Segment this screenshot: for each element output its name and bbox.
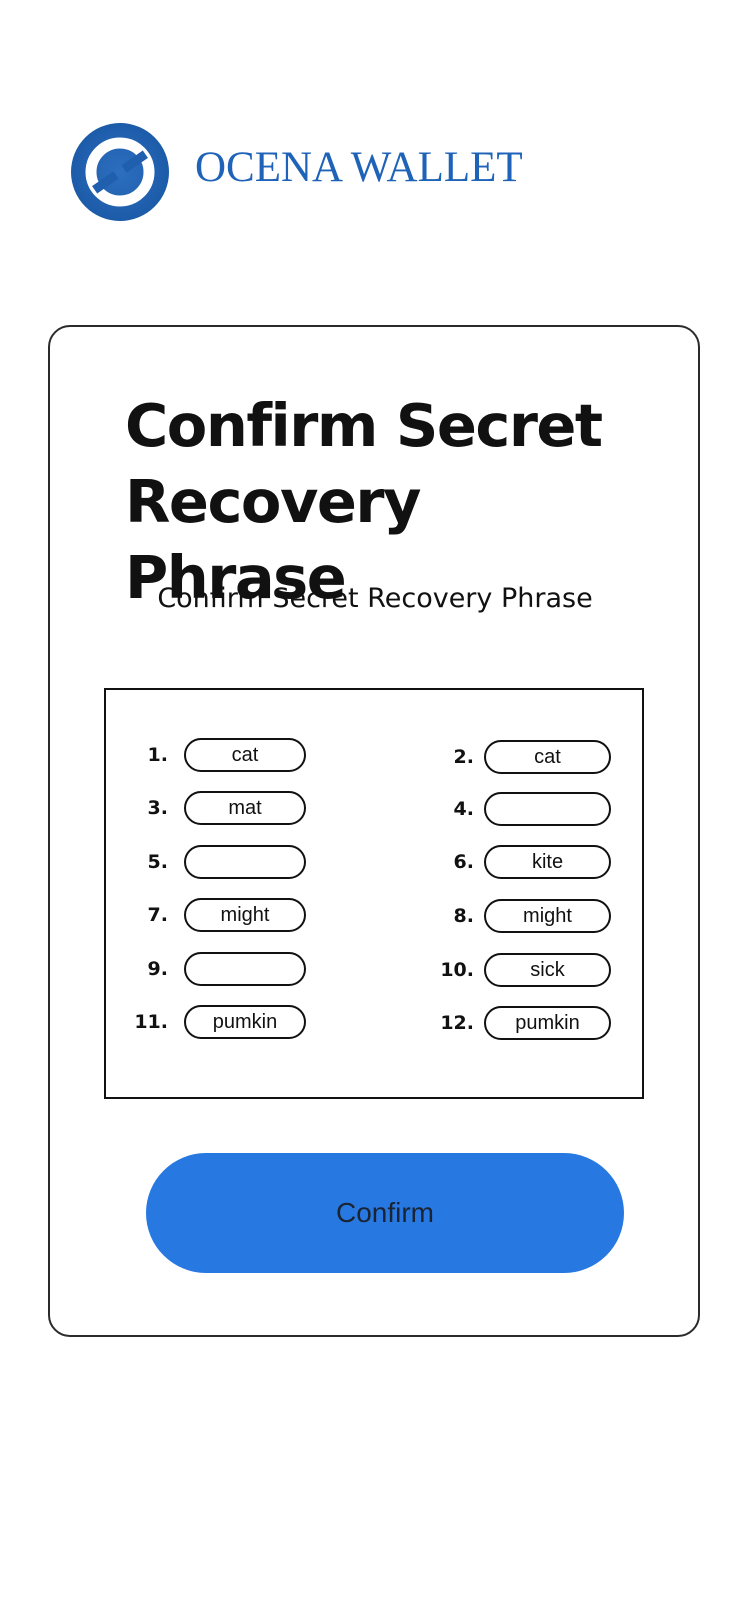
word-input[interactable] [484, 740, 611, 774]
word-number: 4. [453, 798, 474, 820]
confirm-button[interactable]: Confirm [146, 1153, 624, 1273]
word-number: 6. [453, 851, 474, 873]
word-input[interactable] [184, 952, 306, 986]
page-subtitle: Confirm Secret Recovery Phrase [157, 583, 593, 614]
word-number: 7. [147, 904, 168, 926]
word-input[interactable] [484, 845, 611, 879]
word-input[interactable] [184, 898, 306, 932]
recovery-phrase-grid: 1. 3. 5. 7. 9. 11. 2. 4. 6. 8. 10. [104, 688, 644, 1099]
ocena-logo-icon [70, 122, 170, 222]
word-input[interactable] [484, 953, 611, 987]
word-input[interactable] [484, 1006, 611, 1040]
word-number: 11. [134, 1011, 168, 1033]
word-input[interactable] [184, 845, 306, 879]
word-number: 3. [147, 797, 168, 819]
word-input[interactable] [184, 738, 306, 772]
word-number: 8. [453, 905, 474, 927]
word-number: 10. [440, 959, 474, 981]
brand-name: OCENA WALLET [195, 144, 523, 191]
word-input[interactable] [484, 792, 611, 826]
word-number: 5. [147, 851, 168, 873]
word-input[interactable] [184, 1005, 306, 1039]
word-number: 12. [440, 1012, 474, 1034]
word-number: 2. [453, 746, 474, 768]
word-input[interactable] [184, 791, 306, 825]
word-number: 1. [147, 744, 168, 766]
word-number: 9. [147, 958, 168, 980]
word-input[interactable] [484, 899, 611, 933]
